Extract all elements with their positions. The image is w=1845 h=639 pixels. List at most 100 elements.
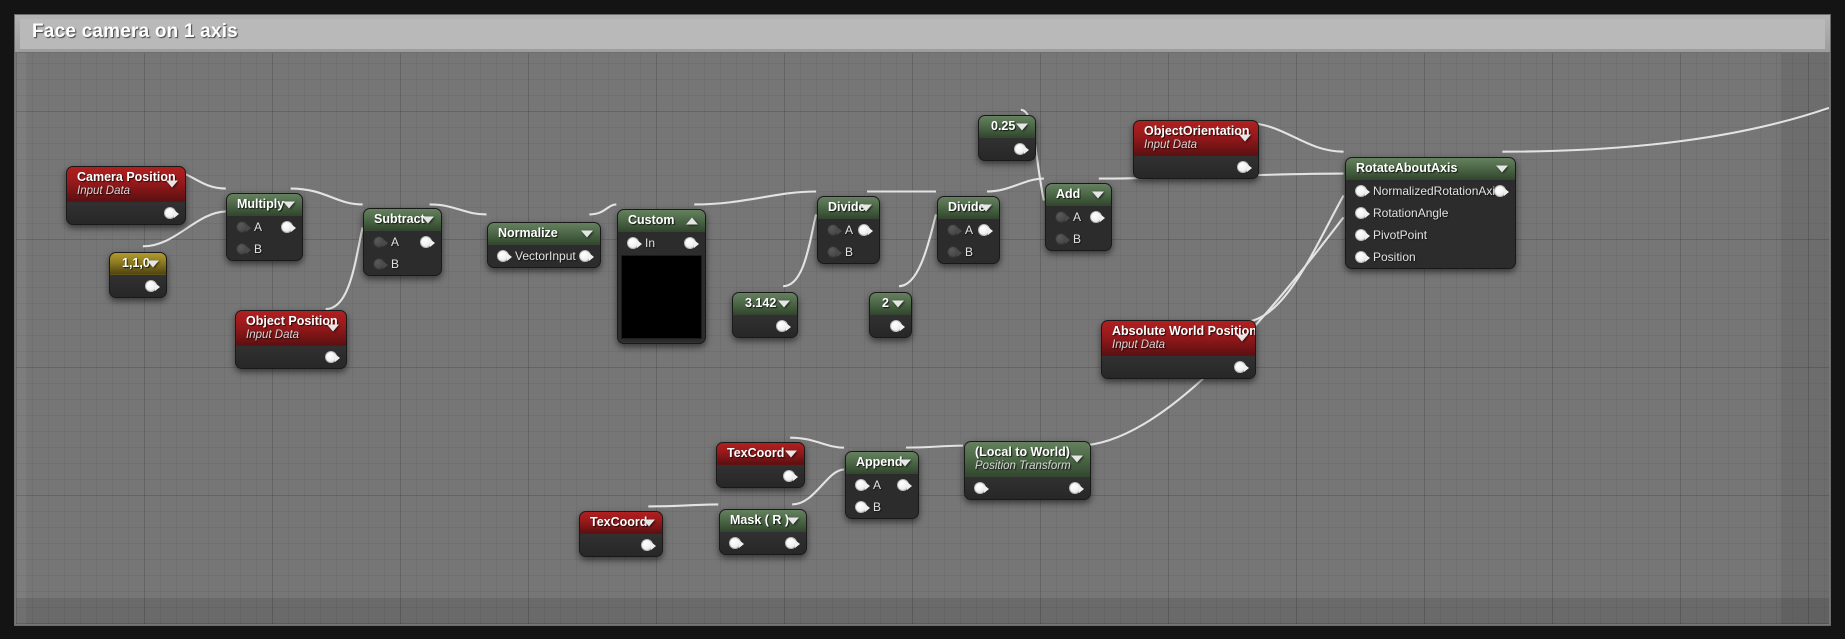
chevron-down-icon[interactable] bbox=[1016, 123, 1028, 130]
node-rotate-about-axis[interactable]: RotateAboutAxis NormalizedRotationAxis R… bbox=[1345, 157, 1516, 269]
node-preview-thumbnail[interactable] bbox=[621, 255, 702, 339]
output-pin[interactable] bbox=[145, 280, 160, 292]
node-object-orientation[interactable]: ObjectOrientation Input Data bbox=[1133, 120, 1259, 179]
input-pin-b[interactable] bbox=[855, 501, 870, 513]
chevron-down-icon[interactable] bbox=[899, 459, 911, 466]
input-pin-b[interactable] bbox=[373, 258, 388, 270]
node-constant-2[interactable]: 2 bbox=[869, 292, 912, 338]
node-header[interactable]: Mask ( R ) bbox=[720, 510, 806, 532]
node-header[interactable]: Append bbox=[846, 452, 918, 474]
chevron-down-icon[interactable] bbox=[1236, 334, 1248, 342]
chevron-down-icon[interactable] bbox=[1092, 191, 1104, 198]
node-header[interactable]: Subtract bbox=[364, 209, 441, 231]
material-graph-canvas[interactable]: Camera Position Input Data 1,1,0 Multipl… bbox=[16, 53, 1829, 624]
input-pin-b[interactable] bbox=[236, 243, 251, 255]
node-camera-position[interactable]: Camera Position Input Data bbox=[66, 166, 186, 225]
node-absolute-world-position[interactable]: Absolute World Position Input Data bbox=[1101, 320, 1256, 379]
input-pin-normalized-rotation-axis[interactable] bbox=[1355, 185, 1370, 197]
node-header[interactable]: Camera Position Input Data bbox=[67, 167, 185, 202]
chevron-down-icon[interactable] bbox=[785, 450, 797, 457]
chevron-down-icon[interactable] bbox=[581, 230, 593, 237]
node-local-to-world[interactable]: (Local to World) Position Transform bbox=[964, 441, 1091, 500]
output-pin[interactable] bbox=[783, 470, 798, 482]
node-append[interactable]: Append A B bbox=[845, 451, 919, 519]
chevron-down-icon[interactable] bbox=[860, 204, 872, 211]
node-header[interactable]: Normalize bbox=[488, 223, 600, 245]
input-pin-position[interactable] bbox=[1355, 251, 1370, 263]
node-header[interactable]: Multiply bbox=[227, 194, 302, 216]
node-header[interactable]: TexCoord bbox=[580, 512, 662, 534]
chevron-down-icon[interactable] bbox=[1496, 165, 1508, 172]
output-pin[interactable] bbox=[641, 539, 656, 551]
output-pin[interactable] bbox=[858, 224, 873, 236]
input-pin-a[interactable] bbox=[947, 224, 962, 236]
chevron-down-icon[interactable] bbox=[166, 180, 178, 188]
input-pin-a[interactable] bbox=[373, 236, 388, 248]
node-texcoord-top[interactable]: TexCoord bbox=[716, 442, 805, 488]
node-header[interactable]: 1,1,0 bbox=[110, 253, 166, 275]
node-texcoord-bottom[interactable]: TexCoord bbox=[579, 511, 663, 557]
input-pin-b[interactable] bbox=[1055, 233, 1070, 245]
chevron-down-icon[interactable] bbox=[283, 201, 295, 208]
chevron-down-icon[interactable] bbox=[147, 260, 159, 267]
node-header[interactable]: Divide bbox=[938, 197, 999, 219]
node-constant-110[interactable]: 1,1,0 bbox=[109, 252, 167, 298]
output-pin[interactable] bbox=[420, 236, 435, 248]
output-pin[interactable] bbox=[164, 207, 179, 219]
node-header[interactable]: ObjectOrientation Input Data bbox=[1134, 121, 1258, 156]
output-pin[interactable] bbox=[978, 224, 993, 236]
node-header[interactable]: Add bbox=[1046, 184, 1111, 206]
node-header[interactable]: 0.25 bbox=[979, 116, 1035, 138]
node-mask-r[interactable]: Mask ( R ) bbox=[719, 509, 807, 555]
output-pin[interactable] bbox=[325, 351, 340, 363]
chevron-down-icon[interactable] bbox=[1239, 134, 1251, 142]
output-pin[interactable] bbox=[785, 537, 800, 549]
node-constant-025[interactable]: 0.25 bbox=[978, 115, 1036, 161]
node-subtract[interactable]: Subtract A B bbox=[363, 208, 442, 276]
node-header[interactable]: 2 bbox=[870, 293, 911, 315]
output-pin[interactable] bbox=[890, 320, 905, 332]
chevron-down-icon[interactable] bbox=[980, 204, 992, 211]
output-pin[interactable] bbox=[684, 237, 699, 249]
node-constant-3142[interactable]: 3.142 bbox=[732, 292, 798, 338]
input-pin-rotation-angle[interactable] bbox=[1355, 207, 1370, 219]
chevron-down-icon[interactable] bbox=[1071, 455, 1083, 463]
chevron-down-icon[interactable] bbox=[327, 324, 339, 332]
input-pin[interactable] bbox=[974, 482, 989, 494]
input-pin-vectorinput[interactable] bbox=[497, 250, 512, 262]
input-pin[interactable] bbox=[729, 537, 744, 549]
output-pin[interactable] bbox=[1014, 143, 1029, 155]
output-pin[interactable] bbox=[1090, 211, 1105, 223]
output-pin[interactable] bbox=[1069, 482, 1084, 494]
input-pin-a[interactable] bbox=[855, 479, 870, 491]
node-add[interactable]: Add A B bbox=[1045, 183, 1112, 251]
node-header[interactable]: Divide bbox=[818, 197, 879, 219]
output-pin[interactable] bbox=[1234, 361, 1249, 373]
chevron-down-icon[interactable] bbox=[422, 216, 434, 223]
node-header[interactable]: Object Position Input Data bbox=[236, 311, 346, 346]
input-pin-b[interactable] bbox=[827, 246, 842, 258]
input-pin-a[interactable] bbox=[827, 224, 842, 236]
input-pin-pivot-point[interactable] bbox=[1355, 229, 1370, 241]
output-pin[interactable] bbox=[579, 250, 594, 262]
output-pin[interactable] bbox=[776, 320, 791, 332]
node-object-position[interactable]: Object Position Input Data bbox=[235, 310, 347, 369]
node-multiply[interactable]: Multiply A B bbox=[226, 193, 303, 261]
output-pin[interactable] bbox=[897, 479, 912, 491]
chevron-down-icon[interactable] bbox=[778, 300, 790, 307]
input-pin-in[interactable] bbox=[627, 237, 642, 249]
output-pin[interactable] bbox=[1237, 161, 1252, 173]
input-pin-a[interactable] bbox=[236, 221, 251, 233]
node-header[interactable]: (Local to World) Position Transform bbox=[965, 442, 1090, 477]
node-header[interactable]: Custom bbox=[618, 210, 705, 232]
node-divide-1[interactable]: Divide A B bbox=[817, 196, 880, 264]
node-header[interactable]: RotateAboutAxis bbox=[1346, 158, 1515, 180]
chevron-up-icon[interactable] bbox=[686, 217, 698, 224]
input-pin-a[interactable] bbox=[1055, 211, 1070, 223]
node-normalize[interactable]: Normalize VectorInput bbox=[487, 222, 601, 268]
output-pin[interactable] bbox=[1494, 185, 1509, 197]
input-pin-b[interactable] bbox=[947, 246, 962, 258]
chevron-down-icon[interactable] bbox=[643, 519, 655, 526]
chevron-down-icon[interactable] bbox=[892, 300, 904, 307]
output-pin[interactable] bbox=[281, 221, 296, 233]
